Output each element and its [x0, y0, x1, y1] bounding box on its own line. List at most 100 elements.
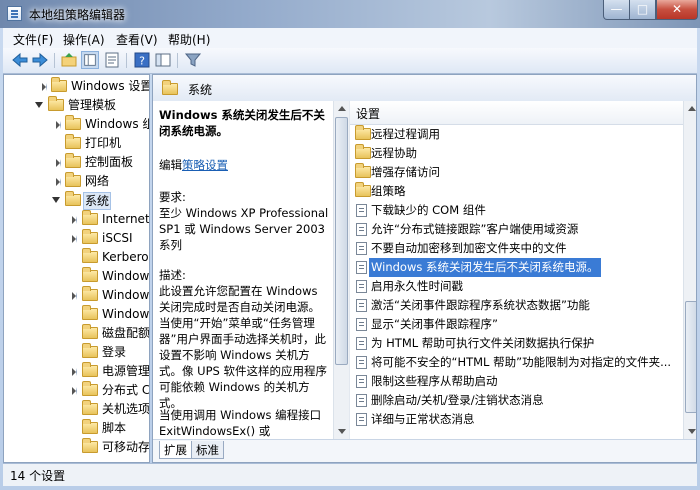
tab-standard[interactable]: 标准	[191, 441, 224, 459]
expand-arrow-icon[interactable]	[72, 235, 77, 243]
tree-item-label: 打印机	[85, 136, 122, 150]
scroll-up-arrow-icon[interactable]	[688, 106, 696, 111]
properties-icon[interactable]	[103, 51, 121, 69]
list-item-selected[interactable]: Windows 系统关闭发生后不关闭系统电源。	[350, 258, 685, 277]
tree-item-label: 网络	[85, 174, 110, 188]
list-item[interactable]: 限制这些程序从帮助启动	[350, 372, 685, 391]
tree-item-removable-storage[interactable]: 可移动存储访问	[4, 438, 149, 457]
expand-arrow-icon[interactable]	[56, 178, 61, 186]
policy-setting-icon	[356, 394, 367, 407]
edit-policy-link[interactable]: 策略设置	[182, 158, 228, 172]
folder-icon	[65, 191, 81, 206]
tree-item-distributed-com[interactable]: 分布式 COM	[4, 381, 150, 400]
expand-arrow-icon[interactable]	[56, 159, 61, 167]
expand-arrow-icon[interactable]	[72, 368, 77, 376]
tree-item-power-management[interactable]: 电源管理	[4, 362, 149, 381]
tree-item-shutdown-options[interactable]: 关机选项	[4, 400, 150, 419]
scroll-down-arrow-icon[interactable]	[338, 429, 346, 434]
tab-extended[interactable]: 扩展	[159, 441, 192, 459]
expand-arrow-icon[interactable]	[72, 292, 77, 300]
tree-item-label: 控制面板	[85, 155, 134, 169]
list-item[interactable]: 增强存储访问	[350, 163, 685, 182]
list-item-label: 显示“关闭事件跟踪程序”	[371, 317, 498, 331]
folder-icon	[82, 381, 98, 396]
tree-item-label: 登录	[102, 345, 127, 359]
collapse-arrow-icon[interactable]	[35, 102, 43, 108]
policy-setting-icon	[356, 261, 367, 274]
window-title: 本地组策略编辑器	[29, 8, 126, 22]
tree-item-system[interactable]: 系统	[4, 191, 149, 210]
tree-item-iscsi[interactable]: iSCSI	[4, 229, 149, 248]
tree-item-windows-settings[interactable]: Windows 设置	[4, 77, 149, 96]
tree-item-kerberos[interactable]: Kerberos	[4, 248, 149, 267]
tree-item-internet-comm[interactable]: Internet 通信管理	[4, 210, 149, 229]
collapse-arrow-icon[interactable]	[52, 197, 60, 203]
list-item[interactable]: 将可能不安全的“HTML 帮助”功能限制为对指定的文件夹...	[350, 353, 685, 372]
scrollbar-thumb[interactable]	[335, 117, 348, 365]
tree-item-windows-hotstart[interactable]: Windows HotStart	[4, 305, 149, 324]
list-item[interactable]: 显示“关闭事件跟踪程序”	[350, 315, 685, 334]
scrollbar-thumb[interactable]	[685, 301, 696, 413]
folder-icon	[51, 77, 67, 92]
list-item[interactable]: 为 HTML 帮助可执行文件关闭数据执行保护	[350, 334, 685, 353]
tree-item-windows-time-service[interactable]: Windows 时间服务	[4, 286, 149, 305]
tree-item-admin-templates[interactable]: 管理模板	[4, 96, 149, 115]
filter-icon[interactable]	[184, 51, 202, 69]
list-item[interactable]: 允许“分布式链接跟踪”客户端使用域资源	[350, 220, 685, 239]
menu-action[interactable]: 操作(A)	[63, 31, 105, 48]
tree-item-scripts[interactable]: 脚本	[4, 419, 149, 438]
up-folder-icon[interactable]	[60, 51, 78, 69]
tree-item-label: iSCSI	[102, 231, 133, 245]
list-item[interactable]: 远程过程调用	[350, 125, 685, 144]
show-tree-icon[interactable]	[81, 51, 99, 69]
description-extra-text: 当使用调用 Windows 编程接口 ExitWindowsEx() 或 Ini…	[159, 408, 322, 438]
close-button[interactable]: ✕	[656, 0, 698, 20]
extended-view-icon[interactable]	[154, 51, 172, 69]
tree-item-label: 关机选项	[102, 402, 150, 416]
tree-item-windows-file-protection[interactable]: Windows 文件保护	[4, 267, 149, 286]
list-header-setting[interactable]: 设置	[350, 101, 696, 125]
list-item[interactable]: 组策略	[350, 182, 685, 201]
menu-view[interactable]: 查看(V)	[116, 31, 158, 48]
expand-arrow-icon[interactable]	[72, 216, 77, 224]
list-item[interactable]: 删除启动/关机/登录/注销状态消息	[350, 391, 685, 410]
menu-file[interactable]: 文件(F)	[13, 31, 53, 48]
folder-icon	[82, 400, 98, 415]
scroll-up-arrow-icon[interactable]	[338, 106, 346, 111]
expand-arrow-icon[interactable]	[56, 121, 61, 129]
tree-item-label: 分布式 COM	[102, 383, 150, 397]
list-item[interactable]: 不要自动加密移到加密文件夹中的文件	[350, 239, 685, 258]
tree-item-logon[interactable]: 登录	[4, 343, 149, 362]
title-bar[interactable]: 本地组策略编辑器 — □ ✕	[0, 0, 700, 28]
settings-list-scrollbar[interactable]	[683, 101, 696, 439]
tree-item-control-panel[interactable]: 控制面板	[4, 153, 149, 172]
list-item-label: 激活“关闭事件跟踪程序系统状态数据”功能	[371, 298, 590, 312]
list-item[interactable]: 远程协助	[350, 144, 685, 163]
maximize-button[interactable]: □	[630, 0, 656, 20]
tree-item-printers[interactable]: 打印机	[4, 134, 149, 153]
folder-icon	[82, 267, 98, 282]
tree-item-windows-components[interactable]: Windows 组件	[4, 115, 149, 134]
expand-arrow-icon[interactable]	[42, 83, 47, 91]
help-icon[interactable]: ?	[133, 51, 151, 69]
scroll-down-arrow-icon[interactable]	[688, 429, 696, 434]
menu-help[interactable]: 帮助(H)	[168, 31, 210, 48]
description-scrollbar[interactable]	[333, 101, 349, 439]
folder-icon	[82, 362, 98, 377]
back-arrow-icon[interactable]	[11, 51, 29, 69]
tree-item-network[interactable]: 网络	[4, 172, 149, 191]
list-item[interactable]: 详细与正常状态消息	[350, 410, 685, 429]
list-item-label: 启用永久性时间戳	[371, 279, 463, 293]
list-item[interactable]: 下载缺少的 COM 组件	[350, 201, 685, 220]
tree-item-disk-quota[interactable]: 磁盘配额	[4, 324, 149, 343]
description-title: Windows 系统关闭发生后不关闭系统电源。	[159, 108, 325, 138]
policy-setting-icon	[356, 356, 367, 369]
forward-arrow-icon[interactable]	[31, 51, 49, 69]
minimize-button[interactable]: —	[603, 0, 630, 20]
folder-icon	[82, 210, 98, 225]
list-item-label: 远程协助	[371, 146, 417, 160]
list-item[interactable]: 激活“关闭事件跟踪程序系统状态数据”功能	[350, 296, 685, 315]
expand-arrow-icon[interactable]	[72, 387, 77, 395]
list-item[interactable]: 启用永久性时间戳	[350, 277, 685, 296]
list-item-label: 远程过程调用	[371, 127, 440, 141]
